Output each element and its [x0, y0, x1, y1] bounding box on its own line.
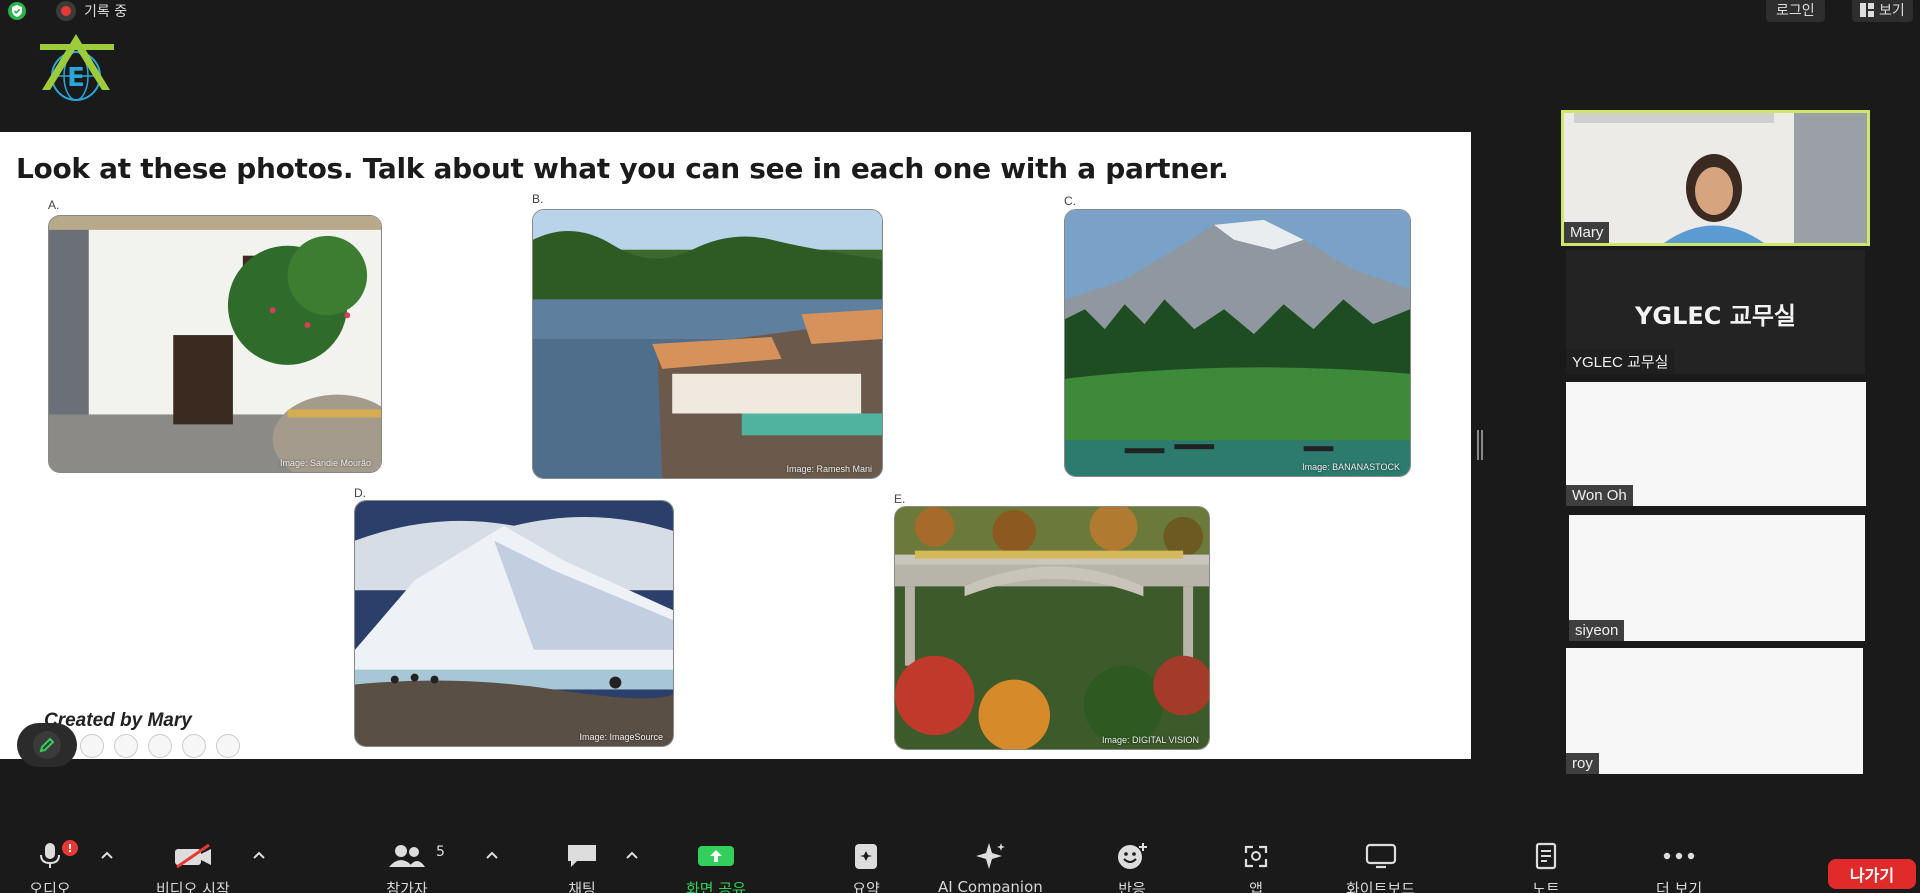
- notes-button[interactable]: 노트: [1524, 838, 1568, 893]
- copy-tool-icon[interactable]: [148, 734, 172, 758]
- recording-icon: [56, 1, 76, 21]
- security-shield-icon[interactable]: [7, 1, 27, 21]
- participant-tile-yglec[interactable]: YGLEC 교무실 YGLEC 교무실: [1566, 250, 1865, 374]
- view-button[interactable]: 보기: [1852, 0, 1913, 22]
- participant-tile-mary[interactable]: Mary: [1561, 110, 1870, 246]
- more-button[interactable]: 더 보기: [1656, 838, 1702, 893]
- grid-view-icon: [1860, 3, 1874, 17]
- reactions-label: 반응: [1118, 880, 1146, 893]
- apps-label: 앱: [1249, 880, 1263, 893]
- more-label: 더 보기: [1656, 880, 1703, 893]
- video-options-caret-icon[interactable]: [252, 850, 266, 860]
- shared-screen-slide: Look at these photos. Talk about what yo…: [0, 132, 1471, 759]
- photo-d-credit: Image: ImageSource: [579, 732, 663, 742]
- audio-warning-badge: !: [62, 840, 78, 856]
- audio-options-caret-icon[interactable]: [100, 850, 114, 860]
- reaction-smile-icon: [1110, 838, 1154, 874]
- video-label: 비디오 시작: [156, 880, 230, 893]
- svg-text:E: E: [67, 63, 85, 93]
- ai-sparkle-icon: [968, 838, 1012, 874]
- photo-e-label: E.: [894, 492, 906, 506]
- whiteboard-icon: [1359, 838, 1403, 874]
- login-button[interactable]: 로그인: [1766, 0, 1825, 22]
- participant-name: Mary: [1564, 222, 1610, 243]
- participant-tile-roy[interactable]: roy: [1566, 648, 1863, 774]
- recording-indicator[interactable]: 기록 중: [56, 1, 127, 21]
- summary-label: 요약: [852, 880, 880, 893]
- summary-button[interactable]: 요약: [844, 838, 888, 893]
- video-off-icon: [171, 838, 215, 874]
- apps-icon: [1234, 838, 1278, 874]
- mary-video: [1564, 113, 1867, 243]
- participant-name: Won Oh: [1566, 485, 1633, 506]
- top-bar: 기록 중 로그인 보기: [0, 0, 1920, 22]
- photo-c-mountain-lake: Image: BANANASTOCK: [1064, 209, 1411, 477]
- participants-icon: [385, 838, 429, 874]
- participant-name: YGLEC 교무실: [1566, 349, 1675, 374]
- search-tool-icon[interactable]: [182, 734, 206, 758]
- photo-b-label: B.: [532, 192, 544, 206]
- view-label: 보기: [1879, 3, 1905, 19]
- participant-name: roy: [1566, 753, 1599, 774]
- apps-button[interactable]: 앱: [1234, 838, 1278, 893]
- leave-meeting-button[interactable]: 나가기: [1828, 859, 1916, 889]
- meeting-toolbar: ! 오디오 비디오 시작 참가자 5 채팅 화면 공유 요약 AI Compan…: [0, 838, 1920, 893]
- photo-a-credit: Image: Sandie Mourão: [279, 458, 371, 468]
- participants-options-caret-icon[interactable]: [485, 850, 499, 860]
- share-screen-button[interactable]: 화면 공유: [686, 838, 746, 893]
- more-dots-icon: [1657, 838, 1701, 874]
- school-logo: E: [36, 32, 118, 104]
- chat-label: 채팅: [568, 880, 596, 893]
- chat-icon: [560, 838, 604, 874]
- panel-resize-handle[interactable]: [1477, 430, 1483, 460]
- participants-button[interactable]: 참가자: [385, 838, 429, 893]
- whiteboard-button[interactable]: 화이트보드: [1346, 838, 1415, 893]
- photo-a-building: Image: Sandie Mourão: [48, 215, 382, 473]
- photo-e-train-bridge: Image: DIGITAL VISION: [894, 506, 1210, 750]
- photo-b-credit: Image: Ramesh Mani: [786, 464, 872, 474]
- whiteboard-label: 화이트보드: [1346, 880, 1416, 893]
- more-tool-icon[interactable]: [216, 734, 240, 758]
- notes-icon: [1524, 838, 1568, 874]
- audio-label: 오디오: [29, 880, 71, 893]
- participant-tile-won-oh[interactable]: Won Oh: [1566, 382, 1866, 506]
- meeting-window: 기록 중 로그인 보기 E Look at these photos. Talk…: [0, 0, 1920, 893]
- participants-label: 참가자: [386, 880, 428, 893]
- photo-a-label: A.: [48, 198, 60, 212]
- eraser-tool-icon[interactable]: [80, 734, 104, 758]
- share-screen-label: 화면 공유: [686, 880, 746, 893]
- photo-c-credit: Image: BANANASTOCK: [1302, 462, 1400, 472]
- slide-title: Look at these photos. Talk about what yo…: [16, 152, 1229, 185]
- chat-button[interactable]: 채팅: [560, 838, 604, 893]
- photo-d-glacier-penguins: Image: ImageSource: [354, 500, 674, 747]
- reactions-button[interactable]: 반응: [1110, 838, 1154, 893]
- participant-tile-siyeon[interactable]: siyeon: [1569, 515, 1865, 641]
- ai-companion-button[interactable]: AI Companion: [938, 838, 1043, 893]
- draw-tool-icon[interactable]: [114, 734, 138, 758]
- audio-button[interactable]: ! 오디오: [28, 838, 78, 893]
- photo-c-label: C.: [1064, 194, 1076, 208]
- photo-e-credit: Image: DIGITAL VISION: [1101, 735, 1199, 745]
- chat-options-caret-icon[interactable]: [625, 850, 639, 860]
- notes-label: 노트: [1532, 880, 1560, 893]
- photo-d-label: D.: [354, 486, 366, 500]
- photo-b-river-boats: Image: Ramesh Mani: [532, 209, 883, 479]
- participant-name: siyeon: [1569, 620, 1625, 641]
- participant-display-name: YGLEC 교무실: [1635, 302, 1796, 330]
- pen-icon: [33, 731, 61, 759]
- annotation-pen-button[interactable]: [17, 723, 77, 767]
- summary-icon: [844, 838, 888, 874]
- ai-companion-label: AI Companion: [938, 878, 1043, 893]
- start-video-button[interactable]: 비디오 시작: [156, 838, 230, 893]
- participants-count: 5: [436, 844, 445, 860]
- share-screen-icon: [694, 838, 738, 874]
- annotation-tools: [80, 734, 240, 758]
- recording-label: 기록 중: [84, 4, 128, 20]
